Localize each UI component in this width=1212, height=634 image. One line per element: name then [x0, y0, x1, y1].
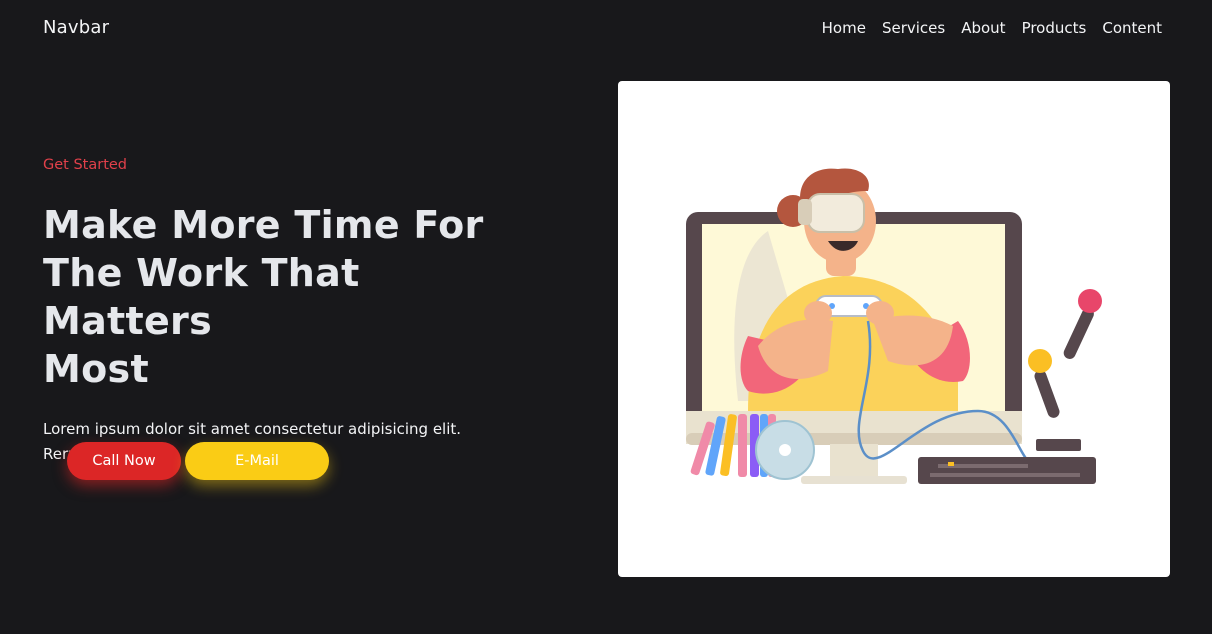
- call-now-button[interactable]: Call Now: [67, 442, 181, 480]
- nav-link-content[interactable]: Content: [1102, 19, 1162, 37]
- nav-link-products[interactable]: Products: [1022, 19, 1087, 37]
- hero-illustration-card: [618, 81, 1170, 577]
- hero-headline-line-1: Make More Time For: [43, 203, 484, 247]
- motion-controller-red: [1078, 289, 1102, 313]
- email-button[interactable]: E-Mail: [185, 442, 329, 480]
- vr-gamer-illustration: [686, 168, 1102, 484]
- navbar-brand[interactable]: Navbar: [43, 17, 109, 38]
- hero-buttons: Call Now E-Mail: [67, 442, 329, 480]
- vr-headset: [807, 193, 865, 233]
- motion-controller-yellow: [1028, 349, 1052, 373]
- nav-links: Home Services About Products Content: [822, 19, 1162, 37]
- navbar: Navbar Home Services About Products Cont…: [0, 0, 1212, 58]
- hero-text: Get Started Make More Time For The Work …: [43, 157, 513, 467]
- nav-link-about[interactable]: About: [961, 19, 1005, 37]
- keyboard: [918, 457, 1096, 484]
- nav-link-services[interactable]: Services: [882, 19, 945, 37]
- nav-link-home[interactable]: Home: [822, 19, 866, 37]
- hero-headline-line-2: The Work That Matters: [43, 251, 360, 343]
- hero-headline: Make More Time For The Work That Matters…: [43, 201, 513, 393]
- hero-headline-line-3: Most: [43, 347, 149, 391]
- hero-eyebrow: Get Started: [43, 157, 127, 173]
